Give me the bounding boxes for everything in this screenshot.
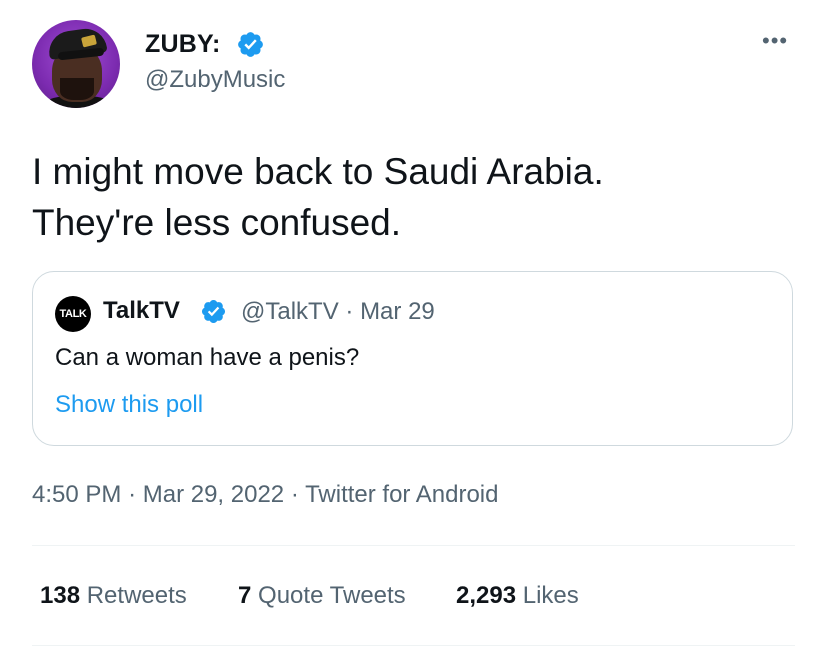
quote-tweets-label: Quote Tweets <box>258 582 406 609</box>
likes-stat[interactable]: 2,293 Likes <box>456 582 579 610</box>
timestamp-separator: · <box>128 481 137 508</box>
tweet-time[interactable]: 4:50 PM <box>32 481 121 508</box>
tweet-text-line-2: They're less confused. <box>32 202 402 243</box>
tweet-source-link[interactable]: Twitter for Android <box>305 481 498 508</box>
likes-label: Likes <box>522 582 579 609</box>
divider <box>32 545 795 546</box>
retweets-stat[interactable]: 138 Retweets <box>40 582 187 610</box>
tweet-date[interactable]: Mar 29, 2022 <box>143 481 284 508</box>
quoted-author-name[interactable]: TalkTV <box>103 297 180 325</box>
avatar-beard <box>60 78 94 100</box>
tweet-text: I might move back to Saudi Arabia. They'… <box>32 146 792 248</box>
quoted-date[interactable]: Mar 29 <box>360 298 435 325</box>
likes-count: 2,293 <box>456 582 517 609</box>
quoted-meta: @TalkTV · Mar 29 <box>241 298 435 326</box>
more-options-icon[interactable]: ••• <box>762 28 788 54</box>
timestamp-separator: · <box>290 481 299 508</box>
show-poll-link[interactable]: Show this poll <box>55 391 203 419</box>
quote-tweets-count: 7 <box>238 582 252 609</box>
tweet-timestamp: 4:50 PM · Mar 29, 2022 · Twitter for And… <box>32 481 498 509</box>
retweets-label: Retweets <box>86 582 187 609</box>
verified-badge-icon <box>238 32 263 57</box>
divider <box>32 645 795 646</box>
quoted-verified-badge-icon <box>201 299 226 324</box>
author-avatar[interactable] <box>32 20 120 108</box>
quoted-handle[interactable]: @TalkTV <box>241 298 339 325</box>
quoted-tweet-text: Can a woman have a penis? <box>55 344 360 371</box>
retweets-count: 138 <box>40 582 81 609</box>
tweet-text-line-1: I might move back to Saudi Arabia. <box>32 151 604 192</box>
quoted-tweet-card[interactable]: TALK TalkTV @TalkTV · Mar 29 Can a woman… <box>32 271 793 446</box>
author-handle[interactable]: @ZubyMusic <box>145 66 285 94</box>
talktv-logo-icon[interactable]: TALK <box>55 296 91 332</box>
quoted-separator: · <box>345 298 354 325</box>
author-name[interactable]: ZUBY: <box>145 30 221 59</box>
quote-tweets-stat[interactable]: 7 Quote Tweets <box>238 582 406 610</box>
